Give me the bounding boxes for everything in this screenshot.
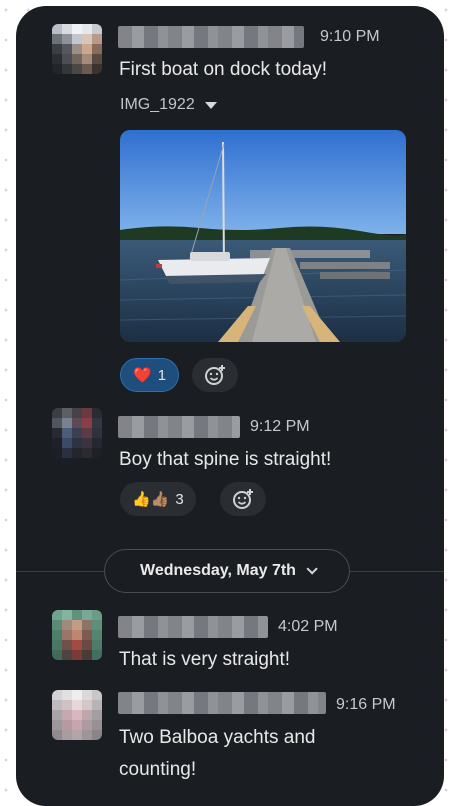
reaction-thumbs-up[interactable]: 👍👍🏽 3 <box>120 482 196 516</box>
avatar[interactable] <box>52 610 102 660</box>
chevron-down-icon <box>306 563 318 575</box>
date-divider-label: Wednesday, May 7th <box>140 562 296 579</box>
message-text: Two Balboa yachts and counting! <box>119 722 315 786</box>
reaction-count: 1 <box>157 366 167 384</box>
photo-image <box>120 130 406 342</box>
avatar[interactable] <box>52 690 102 740</box>
message-text: That is very straight! <box>119 649 291 670</box>
message-text: First boat on dock today! <box>119 59 328 80</box>
sender-name-redacted[interactable] <box>118 416 240 438</box>
reaction-count: 3 <box>175 490 184 508</box>
message-text-line2: counting! <box>119 759 197 780</box>
message-time: 9:10 PM <box>320 28 380 45</box>
add-reaction-button[interactable] <box>192 358 238 392</box>
message-time: 9:16 PM <box>336 696 396 713</box>
date-divider[interactable]: Wednesday, May 7th <box>104 549 350 593</box>
message-text: Boy that spine is straight! <box>119 449 332 470</box>
boat-photo[interactable] <box>120 130 406 342</box>
caret-down-icon[interactable] <box>204 101 217 109</box>
heart-emoji: ❤️ <box>133 367 152 384</box>
chat-view: 9:10 PM First boat on dock today! IMG_19… <box>16 6 444 806</box>
sender-name-redacted[interactable] <box>118 692 326 714</box>
add-emoji-icon <box>205 365 225 385</box>
attachment-header[interactable]: IMG_1922 <box>120 96 217 114</box>
message-time: 4:02 PM <box>278 618 338 635</box>
add-reaction-button[interactable] <box>220 482 266 516</box>
avatar[interactable] <box>52 24 102 74</box>
sender-name-redacted[interactable] <box>118 26 304 48</box>
reaction-heart[interactable]: ❤️ 1 <box>120 358 180 392</box>
sender-name-redacted[interactable] <box>118 616 268 638</box>
message-text-line1: Two Balboa yachts and <box>119 727 316 748</box>
add-emoji-icon <box>233 489 253 509</box>
attachment-filename: IMG_1922 <box>120 96 195 113</box>
thumbs-up-emoji: 👍👍🏽 <box>132 491 170 508</box>
message-time: 9:12 PM <box>250 418 310 435</box>
avatar[interactable] <box>52 408 102 458</box>
